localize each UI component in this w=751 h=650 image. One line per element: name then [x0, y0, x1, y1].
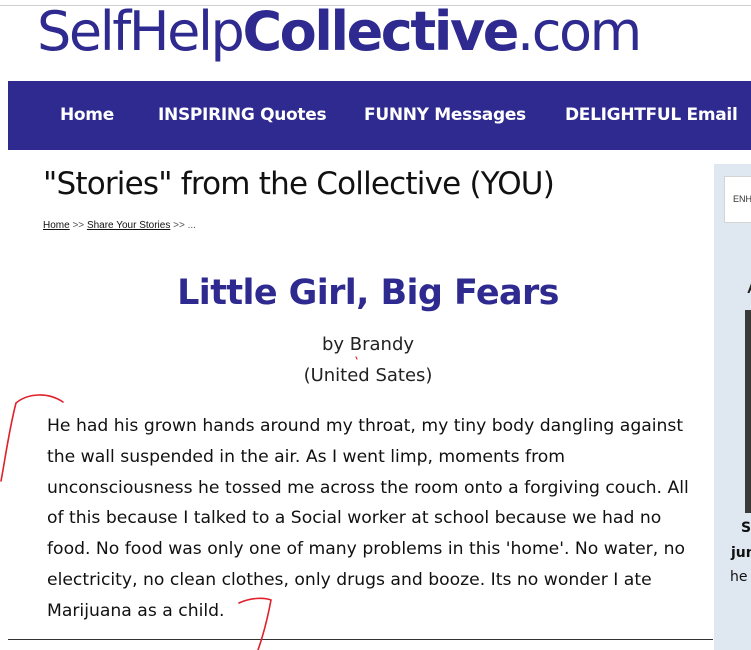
- story-line: unconsciousness he tossed me across the …: [47, 477, 689, 498]
- sidebar-search-placeholder: ENH: [733, 194, 751, 204]
- story-line: the wall suspended in the air. As I went…: [47, 446, 566, 467]
- story-line: He had his grown hands around my throat,…: [47, 416, 684, 436]
- logo-part-domain: .com: [516, 0, 642, 63]
- story-title: Little Girl, Big Fears: [177, 273, 559, 313]
- story-line: of this because I talked to a Social wor…: [47, 508, 662, 529]
- nav-item-inspiring-quotes[interactable]: INSPIRING Quotes: [158, 105, 327, 125]
- content-divider: [8, 639, 713, 640]
- annotation-dot: [355, 356, 358, 360]
- story-line: electricity, no clean clothes, only drug…: [47, 569, 652, 590]
- breadcrumb-home-link[interactable]: Home: [43, 220, 70, 231]
- story-line: food. No food was only one of many probl…: [47, 539, 686, 560]
- story-location: (United Sates): [303, 365, 433, 386]
- main-nav: Home INSPIRING Quotes FUNNY Messages DEL…: [8, 81, 751, 150]
- breadcrumb: Home >> Share Your Stories >> ...: [43, 220, 196, 231]
- page: SelfHelpCollective.com Home INSPIRING Qu…: [0, 0, 751, 650]
- logo-part-collective: Collective: [242, 0, 519, 63]
- sidebar-snippet: S: [741, 520, 751, 536]
- logo-part-selfhelp: SelfHelp: [37, 0, 245, 63]
- sidebar-snippet: he: [730, 569, 748, 585]
- page-title: "Stories" from the Collective (YOU): [43, 166, 555, 202]
- sidebar-heading: A: [747, 280, 751, 297]
- nav-item-funny-messages[interactable]: FUNNY Messages: [364, 105, 526, 125]
- breadcrumb-separator: >>: [173, 220, 185, 231]
- breadcrumb-share-stories-link[interactable]: Share Your Stories: [87, 220, 170, 231]
- nav-item-delightful-email[interactable]: DELIGHTFUL Email: [565, 105, 738, 125]
- sidebar-snippet: jun: [731, 545, 751, 561]
- sidebar-thumbnail-image[interactable]: [745, 310, 751, 513]
- nav-item-home[interactable]: Home: [60, 105, 114, 125]
- story-body: He had his grown hands around my throat,…: [47, 411, 697, 627]
- story-byline: by Brandy: [321, 334, 415, 355]
- breadcrumb-ellipsis: ...: [187, 220, 196, 231]
- breadcrumb-separator: >>: [72, 220, 85, 231]
- story-line: Marijuana as a child.: [47, 600, 225, 621]
- site-logo[interactable]: SelfHelpCollective.com: [37, 0, 642, 64]
